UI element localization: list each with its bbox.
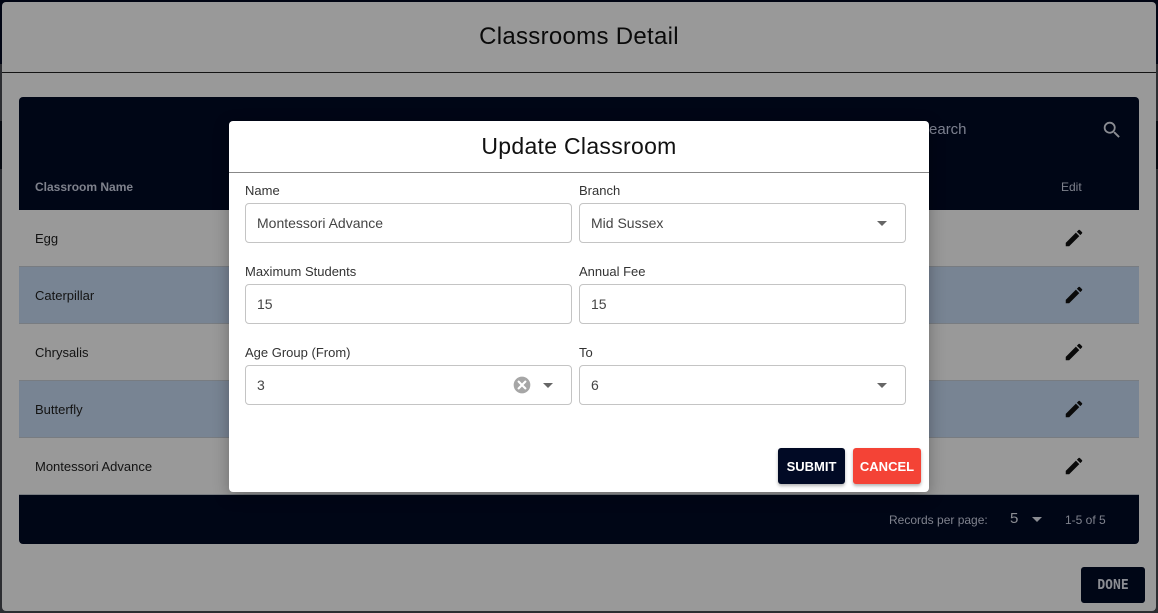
name-label: Name bbox=[245, 183, 280, 198]
max-students-field: Maximum Students 15 bbox=[245, 263, 572, 324]
name-value: Montessori Advance bbox=[257, 215, 384, 231]
age-from-label: Age Group (From) bbox=[245, 345, 351, 360]
annual-fee-label: Annual Fee bbox=[579, 264, 646, 279]
max-students-input[interactable]: 15 bbox=[245, 284, 572, 324]
branch-field: Branch Mid Sussex bbox=[579, 182, 906, 243]
max-students-value: 15 bbox=[257, 296, 273, 312]
annual-fee-value: 15 bbox=[591, 296, 607, 312]
age-from-select[interactable]: 3 bbox=[245, 365, 572, 405]
modal-header: Update Classroom bbox=[229, 121, 929, 173]
branch-select[interactable]: Mid Sussex bbox=[579, 203, 906, 243]
age-to-select[interactable]: 6 bbox=[579, 365, 906, 405]
branch-label: Branch bbox=[579, 183, 621, 198]
age-to-value: 6 bbox=[591, 377, 599, 393]
modal-title: Update Classroom bbox=[481, 133, 677, 159]
submit-button[interactable]: SUBMIT bbox=[778, 448, 845, 484]
name-field: Name Montessori Advance bbox=[245, 182, 572, 243]
chevron-down-icon[interactable] bbox=[877, 221, 887, 226]
age-from-field: Age Group (From) 3 bbox=[245, 344, 572, 405]
name-input[interactable]: Montessori Advance bbox=[245, 203, 572, 243]
age-from-value: 3 bbox=[257, 377, 265, 393]
update-classroom-modal: Update Classroom Name Montessori Advance… bbox=[229, 121, 929, 492]
annual-fee-input[interactable]: 15 bbox=[579, 284, 906, 324]
cancel-button[interactable]: CANCEL bbox=[853, 448, 921, 484]
chevron-down-icon[interactable] bbox=[877, 383, 887, 388]
clear-icon[interactable] bbox=[512, 375, 532, 395]
max-students-label: Maximum Students bbox=[245, 264, 357, 279]
chevron-down-icon[interactable] bbox=[543, 383, 553, 388]
annual-fee-field: Annual Fee 15 bbox=[579, 263, 906, 324]
age-to-field: To 6 bbox=[579, 344, 906, 405]
age-to-label: To bbox=[579, 345, 593, 360]
branch-value: Mid Sussex bbox=[591, 215, 664, 231]
